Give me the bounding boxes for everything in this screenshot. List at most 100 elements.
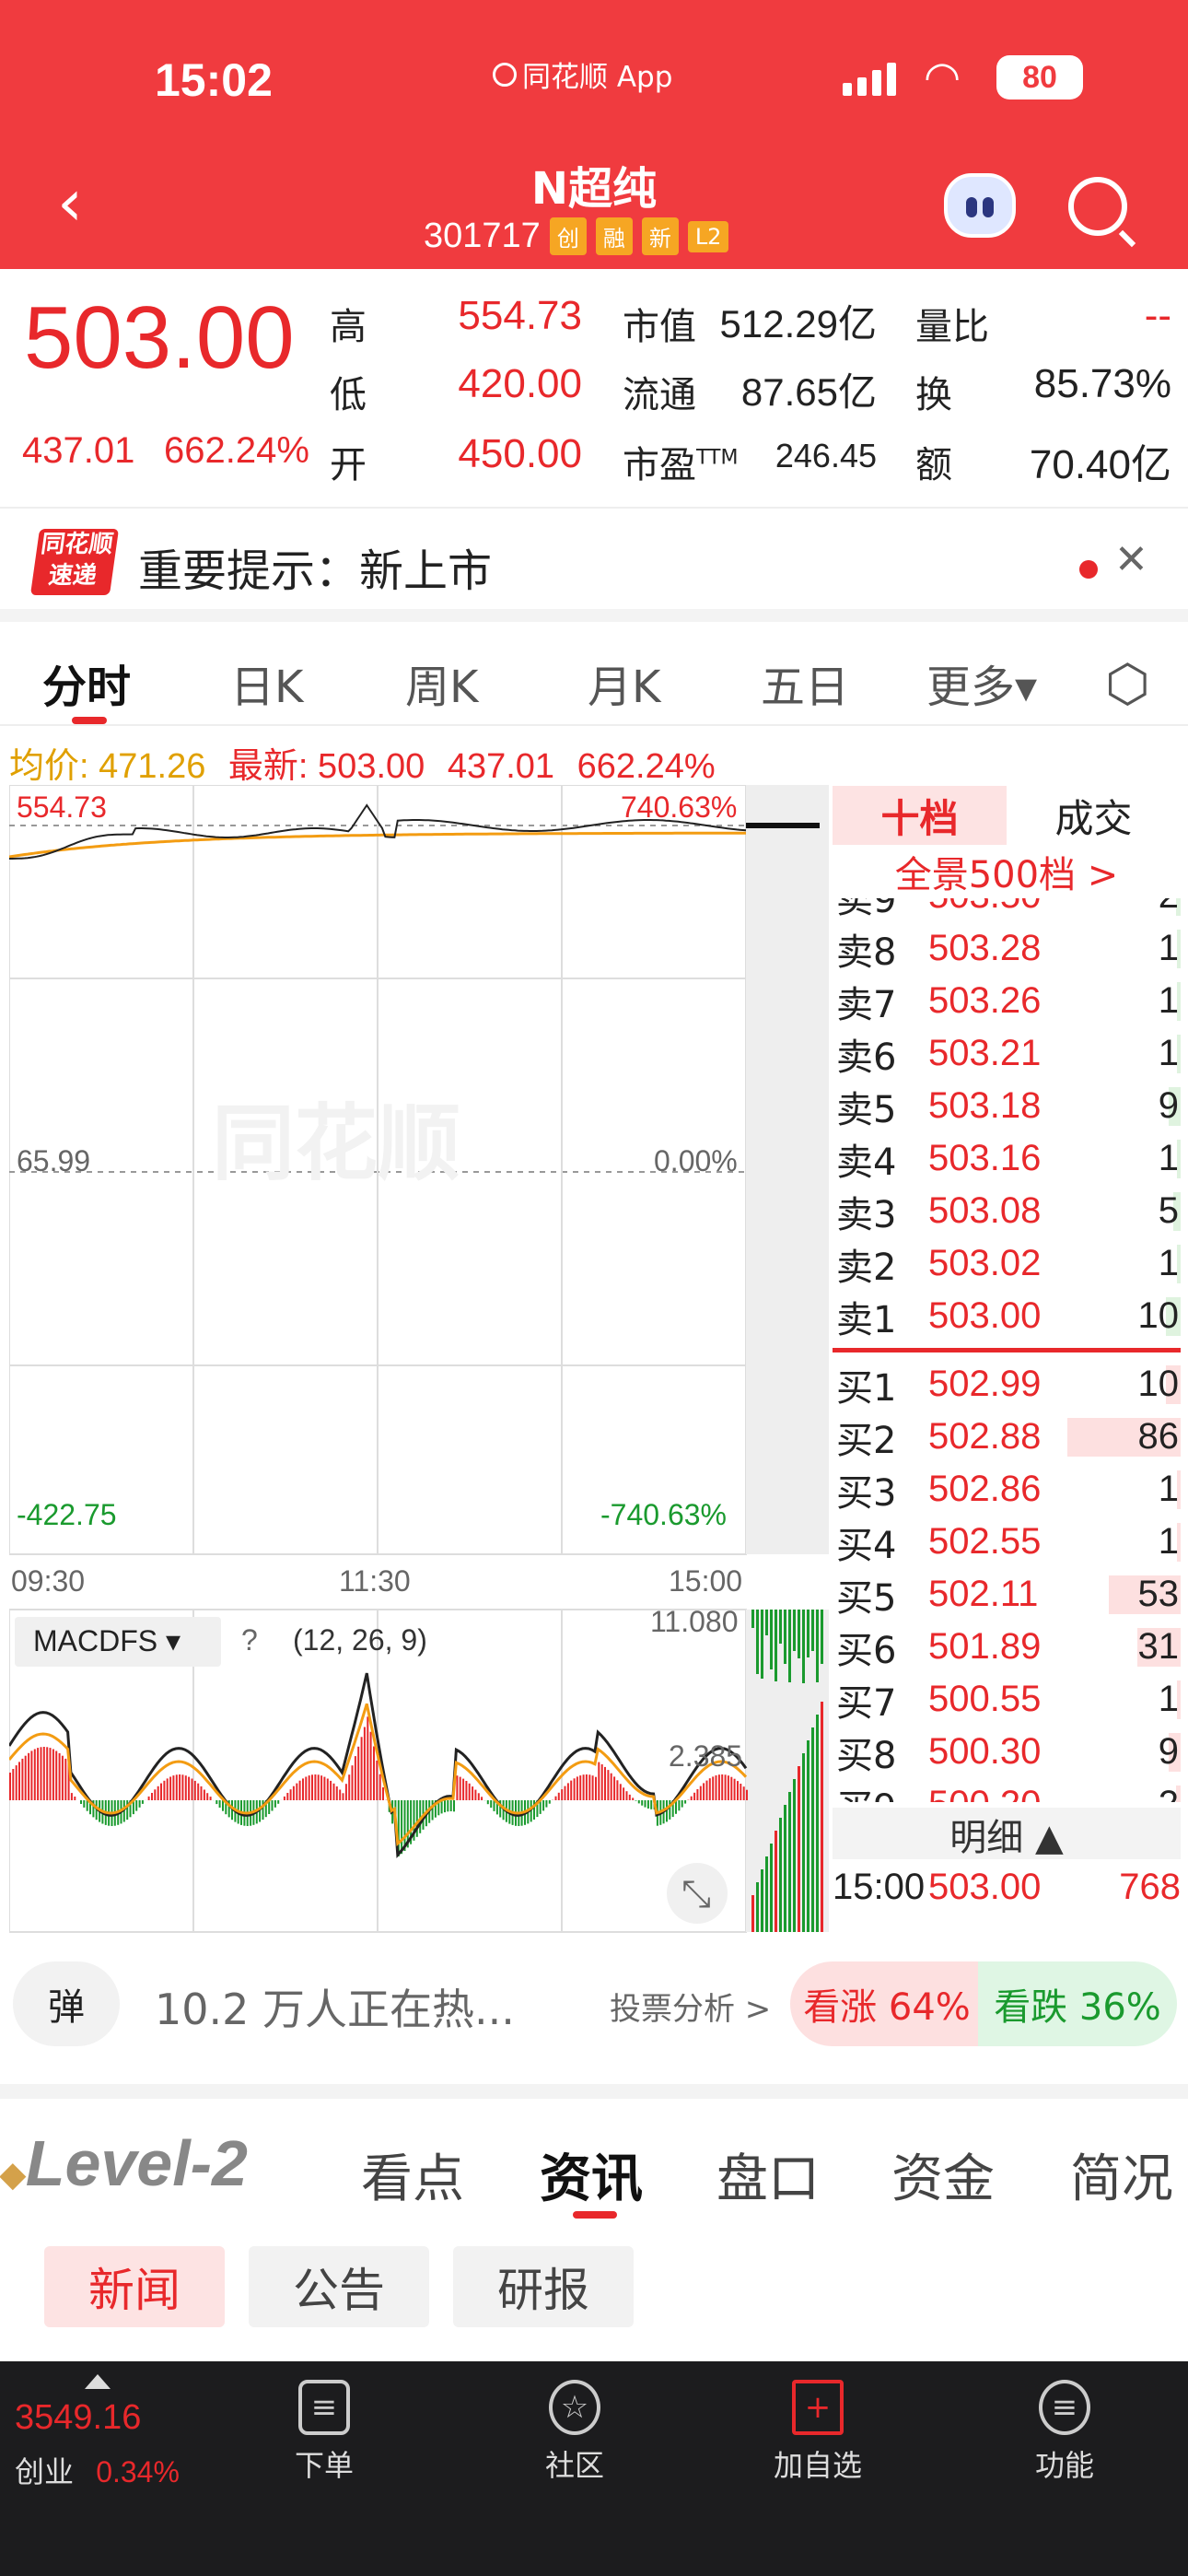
macd-bar	[9, 1773, 11, 1800]
detail-toggle[interactable]: 明细 ▲	[833, 1808, 1181, 1859]
tab-weekly-k[interactable]: 周K	[405, 650, 478, 715]
macd-bar	[449, 1800, 452, 1811]
hot-discussion-text[interactable]: 10.2 万人正在热...	[155, 1976, 515, 2037]
index-sub: 创业 0.34%	[15, 2449, 180, 2491]
bottom-nav: 3549.16 创业 0.34% ≡ 下单 ☆ 社区 + 加自选 ≡ 功能	[0, 2361, 1188, 2576]
macd-bar	[444, 1800, 446, 1813]
macd-bar	[193, 1780, 196, 1800]
tab-trades[interactable]: 成交	[1007, 786, 1181, 845]
bid-volume: 10	[1137, 1364, 1180, 1404]
level2-diamond-icon: ◆	[0, 2155, 26, 2193]
macd-bar	[30, 1751, 33, 1800]
tab-more[interactable]: 更多▾	[926, 650, 1037, 715]
macd-bar	[351, 1765, 354, 1800]
chip-research[interactable]: 研报	[453, 2246, 634, 2327]
tab-intraday[interactable]: 分时	[42, 650, 131, 715]
y-mid-label: 65.99	[17, 1144, 91, 1177]
tab-market-depth[interactable]: 盘口	[716, 2137, 820, 2212]
ask-volume: 1	[1158, 928, 1179, 968]
assistant-robot-icon[interactable]	[944, 173, 1016, 238]
chip-news[interactable]: 新闻	[44, 2246, 225, 2327]
ask-level-label: 卖2	[836, 1246, 897, 1289]
search-icon[interactable]	[1068, 177, 1127, 236]
bid-row: 买2 502.88 86	[833, 1411, 1181, 1463]
vr-label: 量比	[915, 306, 989, 348]
macd-bar	[591, 1775, 594, 1800]
macd-bar	[376, 1760, 379, 1800]
macd-bar	[64, 1758, 67, 1800]
fullscreen-icon[interactable]: ⤡	[681, 1874, 711, 1915]
badge-rong: 融	[595, 217, 633, 255]
tab-level2[interactable]: ◆Level-2	[0, 2126, 248, 2200]
chip-announcements[interactable]: 公告	[249, 2246, 429, 2327]
macd-bar	[727, 1775, 729, 1800]
notice-bar[interactable]: 同花顺速递 重要提示：新上市 ✕	[0, 507, 1188, 622]
vote-analysis-link[interactable]: 投票分析 >	[610, 1984, 771, 2029]
macd-bar	[215, 1800, 218, 1805]
float-label: 流通	[623, 374, 696, 416]
tab-monthly-k[interactable]: 月K	[588, 650, 660, 715]
bid-level-label: 买3	[836, 1471, 897, 1515]
macd-bar	[533, 1800, 535, 1820]
all-levels-link[interactable]: 全景500档 >	[833, 845, 1181, 898]
nav-community[interactable]: ☆ 社区	[501, 2380, 648, 2485]
macd-bar	[447, 1800, 449, 1812]
macd-bar	[296, 1783, 298, 1800]
unread-dot	[1079, 560, 1098, 579]
tab-funds[interactable]: 资金	[891, 2137, 995, 2212]
price-change-pct: 662.24%	[164, 430, 309, 471]
macd-bar	[37, 1748, 40, 1800]
volume-bar	[761, 1610, 763, 1679]
macd-bar	[348, 1774, 351, 1800]
macd-bar	[40, 1747, 42, 1800]
bid-levels: 买1 502.99 10 买2 502.88 86 买3 502.86 1 买4 502.55 1 买5…	[833, 1358, 1181, 1802]
bid-price: 501.89	[928, 1626, 1042, 1667]
index-value[interactable]: 3549.16	[15, 2398, 141, 2438]
macd-bar	[172, 1775, 175, 1800]
macd-bar	[573, 1778, 576, 1800]
index-pct: 0.34%	[96, 2455, 180, 2488]
tab-highlights[interactable]: 看点	[361, 2137, 464, 2212]
bid-price: 502.99	[928, 1364, 1042, 1404]
macd-bar	[604, 1766, 606, 1800]
nav-add-watchlist[interactable]: + 加自选	[744, 2380, 891, 2485]
tab-profile[interactable]: 简况	[1070, 2137, 1173, 2212]
volume-bar	[802, 1610, 805, 1683]
macd-bar	[588, 1774, 591, 1800]
macd-bar	[326, 1778, 329, 1800]
danmaku-button[interactable]: 弹	[13, 1961, 120, 2046]
tab-ten-levels[interactable]: 十档	[833, 786, 1007, 845]
settings-hex-icon[interactable]: ⬡	[1105, 654, 1150, 714]
close-icon[interactable]: ✕	[1114, 536, 1148, 583]
nav-functions[interactable]: ≡ 功能	[991, 2380, 1138, 2485]
macd-bar	[696, 1789, 699, 1800]
vote-bull-button[interactable]: 看涨 64%	[790, 1961, 984, 2046]
bid-price: 500.55	[928, 1679, 1042, 1719]
macd-bar	[600, 1764, 603, 1800]
ask-volume: 1	[1158, 1033, 1179, 1073]
macd-bar	[292, 1786, 295, 1800]
macd-mid-label: 2.385	[669, 1739, 743, 1773]
level2-label: Level-2	[25, 2127, 248, 2199]
macd-bar	[184, 1775, 187, 1800]
ask-volume: 1	[1158, 1138, 1179, 1178]
index-expand-arrow-icon[interactable]	[85, 2374, 111, 2389]
battery-icon: 80	[996, 55, 1083, 100]
nav-order[interactable]: ≡ 下单	[250, 2380, 398, 2485]
macd-indicator-select[interactable]: MACDFS ▾	[33, 1623, 181, 1658]
tab-news-info[interactable]: 资讯	[540, 2137, 643, 2212]
macd-bar	[138, 1800, 141, 1808]
macd-bar	[169, 1776, 172, 1800]
stock-code: 301717	[424, 217, 541, 255]
tab-daily-k[interactable]: 日K	[230, 650, 303, 715]
bid-level-label: 买6	[836, 1629, 897, 1672]
macd-bar	[52, 1749, 54, 1800]
volume-bar	[821, 1702, 823, 1932]
macd-bar	[564, 1786, 566, 1800]
macd-bar	[566, 1783, 569, 1800]
app-icon	[493, 62, 517, 87]
vote-bear-button[interactable]: 看跌 36%	[978, 1961, 1177, 2046]
menu-icon: ≡	[1039, 2380, 1090, 2435]
help-icon[interactable]: ?	[241, 1623, 258, 1657]
tab-five-day[interactable]: 五日	[761, 650, 849, 715]
